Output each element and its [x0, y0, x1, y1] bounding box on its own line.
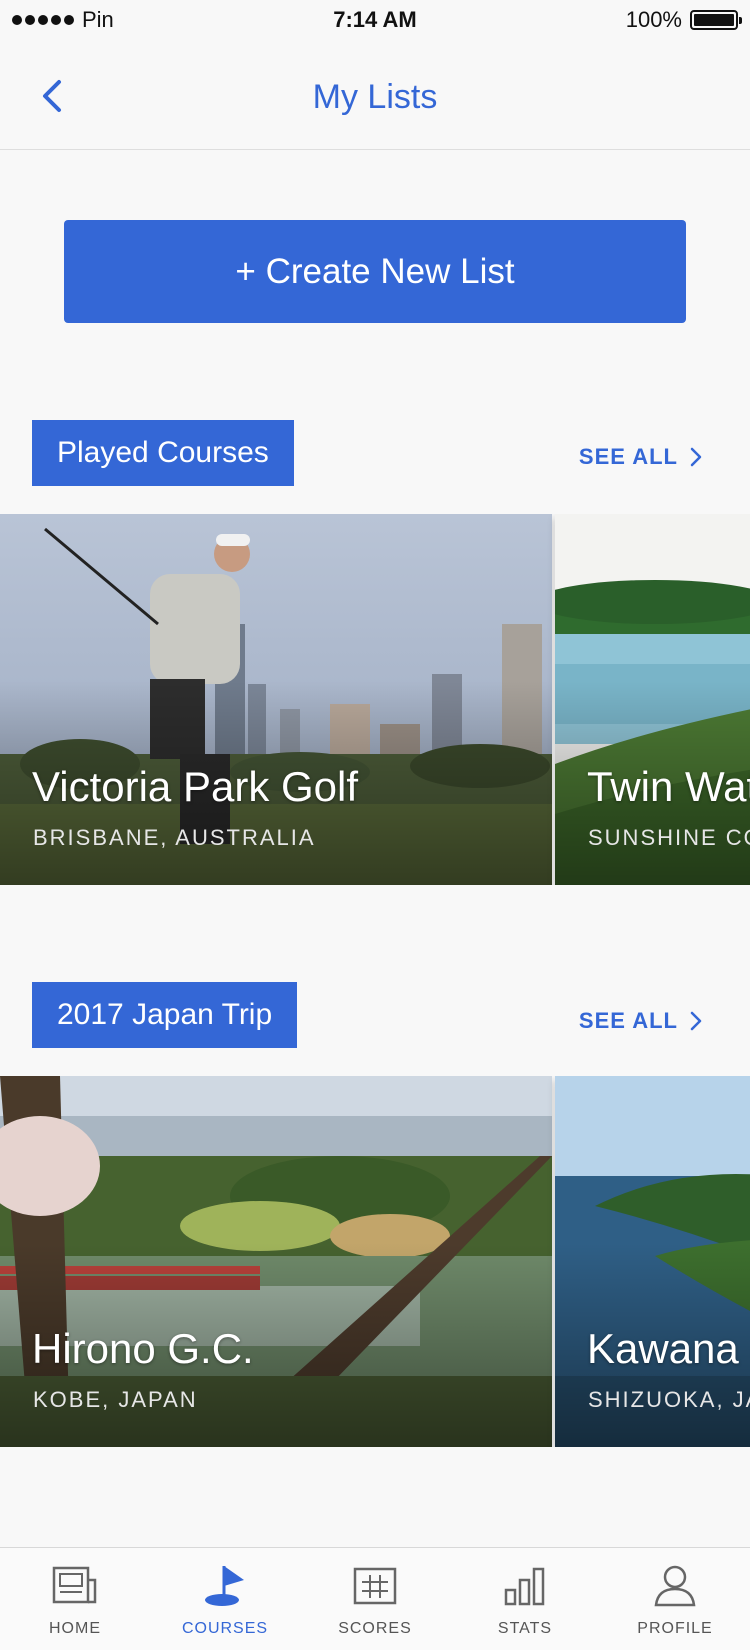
tab-label: STATS — [497, 1620, 553, 1637]
chevron-right-icon — [690, 447, 702, 467]
course-name: Hirono G.C. — [32, 1325, 254, 1372]
carrier-info: Pin — [12, 7, 114, 33]
course-card[interactable]: Hirono G.C. KOBE, JAPAN — [0, 1076, 552, 1447]
create-new-list-button[interactable]: + Create New List — [64, 220, 686, 323]
battery-icon — [690, 10, 742, 30]
tab-label: PROFILE — [637, 1620, 713, 1637]
list-title-played-courses[interactable]: Played Courses — [32, 420, 294, 486]
tab-courses[interactable]: COURSES — [150, 1548, 300, 1650]
see-all-button[interactable]: SEE ALL — [579, 444, 702, 470]
battery-percent: 100% — [625, 7, 682, 32]
status-bar: Pin 7:14 AM 100% — [0, 0, 750, 40]
battery-info: 100% — [625, 7, 742, 33]
course-location: BRISBANE, AUSTRALIA — [33, 825, 316, 850]
course-card[interactable]: Kawana ( SHIZUOKA, JA — [555, 1076, 750, 1447]
tab-home[interactable]: HOME — [0, 1548, 150, 1650]
list-title-japan-trip[interactable]: 2017 Japan Trip — [32, 982, 298, 1048]
course-card[interactable]: Twin Wat SUNSHINE CO — [555, 514, 750, 885]
signal-icon — [12, 15, 74, 25]
person-icon — [651, 1564, 699, 1608]
course-name: Twin Wat — [587, 763, 750, 810]
course-name: Kawana ( — [587, 1325, 750, 1372]
tab-bar: HOME COURSES SCORES STATS PROFILE — [0, 1547, 750, 1650]
course-card[interactable]: Victoria Park Golf BRISBANE, AUSTRALIA — [0, 514, 552, 885]
carrier-name: Pin — [82, 7, 114, 32]
tab-label: SCORES — [338, 1620, 412, 1637]
see-all-label: SEE ALL — [578, 1008, 678, 1033]
course-location: KOBE, JAPAN — [33, 1387, 198, 1412]
course-location: SUNSHINE CO — [588, 825, 750, 850]
tab-stats[interactable]: STATS — [450, 1548, 600, 1650]
course-carousel[interactable]: Hirono G.C. KOBE, JAPAN Kawana ( SHIZUOK… — [0, 1076, 750, 1447]
scorecard-icon — [351, 1564, 399, 1608]
nav-bar: My Lists — [0, 40, 750, 150]
tab-scores[interactable]: SCORES — [300, 1548, 450, 1650]
chevron-right-icon — [690, 1011, 702, 1031]
see-all-button[interactable]: SEE ALL — [579, 1008, 702, 1034]
newspaper-icon — [51, 1564, 99, 1608]
course-name: Victoria Park Golf — [32, 763, 359, 810]
bar-chart-icon — [501, 1564, 549, 1608]
flag-icon — [201, 1564, 249, 1608]
course-carousel[interactable]: Victoria Park Golf BRISBANE, AUSTRALIA T… — [0, 514, 750, 885]
tab-label: HOME — [49, 1620, 101, 1637]
page-title: My Lists — [312, 78, 438, 116]
tab-label: COURSES — [181, 1620, 269, 1637]
see-all-label: SEE ALL — [578, 444, 678, 469]
tab-profile[interactable]: PROFILE — [600, 1548, 750, 1650]
course-location: SHIZUOKA, JA — [588, 1387, 750, 1412]
